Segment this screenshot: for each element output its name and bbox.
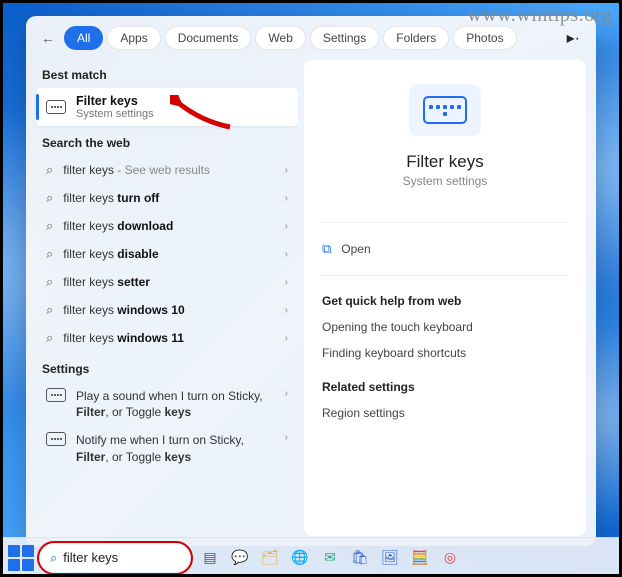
search-icon: ⌕: [46, 274, 53, 290]
keyboard-icon: [423, 96, 467, 124]
preview-subtitle: System settings: [403, 174, 488, 188]
mail-icon[interactable]: ✉: [316, 544, 344, 572]
open-icon: ⧉: [322, 241, 331, 257]
settings-header: Settings: [36, 352, 298, 382]
web-result[interactable]: ⌕ filter keys - See web results ›: [36, 156, 298, 184]
related-header: Related settings: [322, 374, 568, 400]
search-icon: ⌕: [46, 330, 53, 346]
tab-settings[interactable]: Settings: [310, 26, 379, 50]
result-text: Notify me when I turn on Sticky, Filter,…: [76, 432, 275, 464]
related-link[interactable]: Region settings: [322, 400, 568, 426]
best-match-title: Filter keys: [76, 94, 154, 108]
tab-web[interactable]: Web: [255, 26, 305, 50]
explorer-icon[interactable]: 🗂: [256, 544, 284, 572]
chevron-right-icon: ›: [285, 305, 288, 316]
chevron-right-icon: ›: [285, 165, 288, 176]
chevron-right-icon: ›: [285, 388, 288, 399]
help-link[interactable]: Opening the touch keyboard: [322, 314, 568, 340]
edge-icon[interactable]: 🌐: [286, 544, 314, 572]
chevron-right-icon: ›: [285, 277, 288, 288]
web-result[interactable]: ⌕ filter keys disable ›: [36, 240, 298, 268]
tabs-overflow[interactable]: ▸·: [561, 28, 586, 48]
result-text: Play a sound when I turn on Sticky, Filt…: [76, 388, 275, 420]
search-icon: ⌕: [46, 246, 53, 262]
tab-documents[interactable]: Documents: [165, 26, 252, 50]
best-match-header: Best match: [36, 58, 298, 88]
web-result[interactable]: ⌕ filter keys windows 11 ›: [36, 324, 298, 352]
watermark-text: www.wintips.org: [467, 4, 612, 27]
result-text: filter keys - See web results: [63, 163, 210, 177]
keyboard-icon: [46, 100, 66, 114]
tab-folders[interactable]: Folders: [383, 26, 449, 50]
calculator-icon[interactable]: 🧮: [406, 544, 434, 572]
chevron-right-icon: ›: [285, 221, 288, 232]
result-text: filter keys turn off: [63, 191, 159, 205]
results-pane: Best match Filter keys System settings S…: [26, 54, 298, 546]
result-text: filter keys disable: [63, 247, 158, 261]
tab-all[interactable]: All: [64, 26, 103, 50]
result-text: filter keys download: [63, 219, 173, 233]
taskbar-search[interactable]: ⌕: [40, 544, 190, 572]
tab-photos[interactable]: Photos: [453, 26, 516, 50]
web-result[interactable]: ⌕ filter keys turn off ›: [36, 184, 298, 212]
preview-pane: Filter keys System settings ⧉ Open Get q…: [304, 60, 586, 536]
open-action[interactable]: ⧉ Open: [322, 235, 568, 263]
back-button[interactable]: ←: [36, 26, 60, 50]
web-result[interactable]: ⌕ filter keys windows 10 ›: [36, 296, 298, 324]
start-search-window: ← AllAppsDocumentsWebSettingsFoldersPhot…: [26, 16, 596, 546]
search-icon: ⌕: [46, 190, 53, 206]
chevron-right-icon: ›: [285, 193, 288, 204]
search-icon: ⌕: [46, 218, 53, 234]
divider: [322, 222, 568, 223]
settings-result[interactable]: Play a sound when I turn on Sticky, Filt…: [36, 382, 298, 426]
web-result[interactable]: ⌕ filter keys download ›: [36, 212, 298, 240]
best-match-subtitle: System settings: [76, 108, 154, 120]
settings-result[interactable]: Notify me when I turn on Sticky, Filter,…: [36, 426, 298, 470]
result-text: filter keys setter: [63, 275, 150, 289]
preview-icon: [409, 84, 481, 136]
search-icon: ⌕: [46, 162, 53, 178]
open-label: Open: [341, 242, 370, 256]
chevron-right-icon: ›: [285, 249, 288, 260]
help-link[interactable]: Finding keyboard shortcuts: [322, 340, 568, 366]
search-icon: ⌕: [46, 302, 53, 318]
chrome-icon[interactable]: ◎: [436, 544, 464, 572]
best-match-item[interactable]: Filter keys System settings: [36, 88, 298, 126]
help-header: Get quick help from web: [322, 288, 568, 314]
store-icon[interactable]: 🛍: [346, 544, 374, 572]
start-button[interactable]: [8, 545, 34, 571]
annotation-arrow: [170, 95, 240, 135]
web-result[interactable]: ⌕ filter keys setter ›: [36, 268, 298, 296]
chevron-right-icon: ›: [285, 333, 288, 344]
preview-title: Filter keys: [406, 152, 483, 172]
result-text: filter keys windows 10: [63, 303, 184, 317]
keyboard-icon: [46, 432, 66, 446]
chevron-right-icon: ›: [285, 432, 288, 443]
search-icon: ⌕: [50, 550, 57, 566]
search-web-header: Search the web: [36, 126, 298, 156]
keyboard-icon: [46, 388, 66, 402]
taskbar: ⌕ ▤💬🗂🌐✉🛍🖼🧮◎: [0, 537, 622, 577]
divider: [322, 275, 568, 276]
result-text: filter keys windows 11: [63, 331, 184, 345]
tab-apps[interactable]: Apps: [107, 26, 160, 50]
photos-icon[interactable]: 🖼: [376, 544, 404, 572]
search-input[interactable]: [63, 550, 239, 565]
